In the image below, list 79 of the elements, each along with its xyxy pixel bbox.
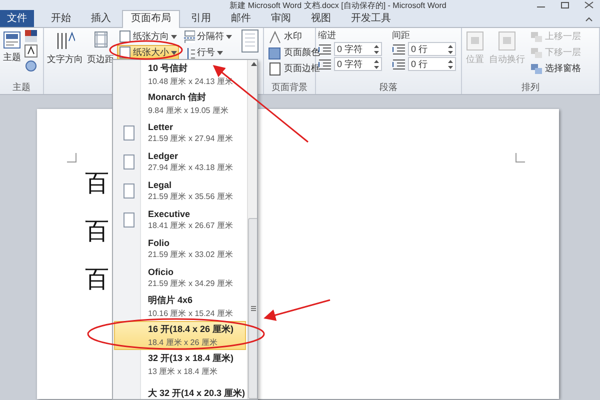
page-color-icon: [268, 46, 282, 60]
text-wrap-icon: [497, 31, 517, 51]
spin-field[interactable]: 0 行: [408, 57, 456, 71]
file-tab[interactable]: 文件: [0, 10, 34, 27]
ribbon-tab[interactable]: 审阅: [262, 10, 300, 27]
ribbon-tab[interactable]: 邮件: [222, 10, 260, 27]
layers-icon: [530, 46, 543, 58]
indent-icon: [318, 58, 332, 70]
dropdown-caret-icon: [171, 34, 177, 38]
page-icon: [240, 29, 260, 53]
spacing-icon: [392, 43, 406, 55]
margin-corner-mark: [515, 153, 525, 163]
breaks-icon: [183, 30, 195, 43]
ribbon-button[interactable]: 文字方向: [46, 29, 84, 68]
document-text: 百: [85, 219, 109, 243]
spin-arrows-icon: [448, 44, 453, 54]
spin-arrows-icon: [448, 60, 453, 68]
dropdown-caret-icon: [217, 50, 223, 54]
selection-pane-icon: [530, 62, 543, 74]
spin-arrows-icon: [374, 44, 379, 54]
page-borders-icon: [268, 62, 282, 76]
ribbon-button[interactable]: 页面颜色: [266, 45, 322, 60]
orientation-icon: [119, 30, 131, 43]
menu-item[interactable]: Ledger 27.94 厘米 x 43.18 厘米: [114, 147, 246, 176]
ribbon-tab[interactable]: 开始: [42, 10, 80, 27]
ribbon-tab[interactable]: 开发工具: [342, 10, 400, 27]
section-heading: 缩进: [318, 29, 337, 41]
collapse-ribbon-icon[interactable]: [584, 15, 594, 23]
ribbon-tab[interactable]: 插入: [82, 10, 120, 27]
scroll-up-icon[interactable]: [250, 60, 257, 68]
margin-corner-mark: [67, 153, 77, 163]
indent-icon: [318, 43, 332, 55]
annotation-arrow: [264, 299, 330, 321]
menu-item[interactable]: Executive 18.41 厘米 x 26.67 厘米: [114, 205, 246, 234]
text-direction-icon: [55, 31, 75, 51]
maximize-icon[interactable]: [560, 1, 570, 9]
menu-item[interactable]: Letter 21.59 厘米 x 27.94 厘米: [114, 118, 246, 147]
spin-field[interactable]: 0 行: [408, 42, 456, 56]
layers-icon: [530, 30, 543, 42]
menu-item[interactable]: Oficio 21.59 厘米 x 34.29 厘米: [114, 263, 246, 292]
position-icon: [465, 31, 485, 51]
group-label: 主题: [12, 81, 32, 94]
document-text: 百: [85, 171, 109, 195]
spin-field[interactable]: 0 字符: [334, 57, 382, 71]
spacing-icon: [392, 58, 406, 70]
theme-fonts-icon[interactable]: [24, 44, 38, 58]
close-icon[interactable]: [584, 1, 594, 9]
spin-arrows-icon: [374, 60, 379, 68]
ribbon-button[interactable]: 纸张方向: [117, 29, 179, 44]
themes-button[interactable]: 主题: [2, 29, 22, 66]
scrollbar[interactable]: [247, 60, 257, 399]
group-label: 页面背景: [270, 81, 308, 94]
themes-icon: [3, 31, 21, 49]
grip-icon: [251, 306, 256, 311]
menu-item[interactable]: 大 32 开(14 x 20.3 厘米): [114, 379, 246, 399]
menu-item[interactable]: 明信片 4x6 10.16 厘米 x 15.24 厘米: [114, 292, 246, 321]
dropdown-caret-icon: [226, 34, 232, 38]
ribbon-tab[interactable]: 页面布局: [122, 10, 180, 28]
scroll-thumb[interactable]: [248, 218, 257, 399]
menu-item[interactable]: Legal 21.59 厘米 x 35.56 厘米: [114, 176, 246, 205]
ribbon-tab[interactable]: 视图: [302, 10, 340, 27]
menu-item[interactable]: 16 开(18.4 x 26 厘米) 18.4 厘米 x 26 厘米: [114, 321, 246, 350]
theme-effects-icon[interactable]: [24, 59, 38, 73]
group-label: 排列: [520, 81, 540, 94]
menu-item[interactable]: Folio 21.59 厘米 x 33.02 厘米: [114, 234, 246, 263]
menu-item[interactable]: 32 开(13 x 18.4 厘米) 13 厘米 x 18.4 厘米: [114, 350, 246, 379]
section-heading: 间距: [392, 29, 411, 41]
ribbon-button[interactable]: 行号: [181, 45, 234, 60]
spin-field[interactable]: 0 字符: [334, 42, 382, 56]
ribbon-button[interactable]: 页面边框: [266, 61, 322, 76]
menu-item[interactable]: Monarch 信封 9.84 厘米 x 19.05 厘米: [114, 89, 246, 118]
dropdown-caret-icon: [171, 50, 177, 54]
ribbon-button[interactable]: 分隔符: [181, 29, 234, 44]
theme-colors-icon[interactable]: [24, 29, 38, 43]
window-title: 新建 Microsoft Word 文档.docx [自动保存的] - Microsoft Word: [228, 0, 446, 10]
ribbon-button[interactable]: 选择窗格: [528, 61, 583, 76]
document-text: 百: [85, 267, 109, 291]
ribbon-tab[interactable]: 引用: [182, 10, 220, 27]
group-label: 段落: [378, 81, 398, 94]
